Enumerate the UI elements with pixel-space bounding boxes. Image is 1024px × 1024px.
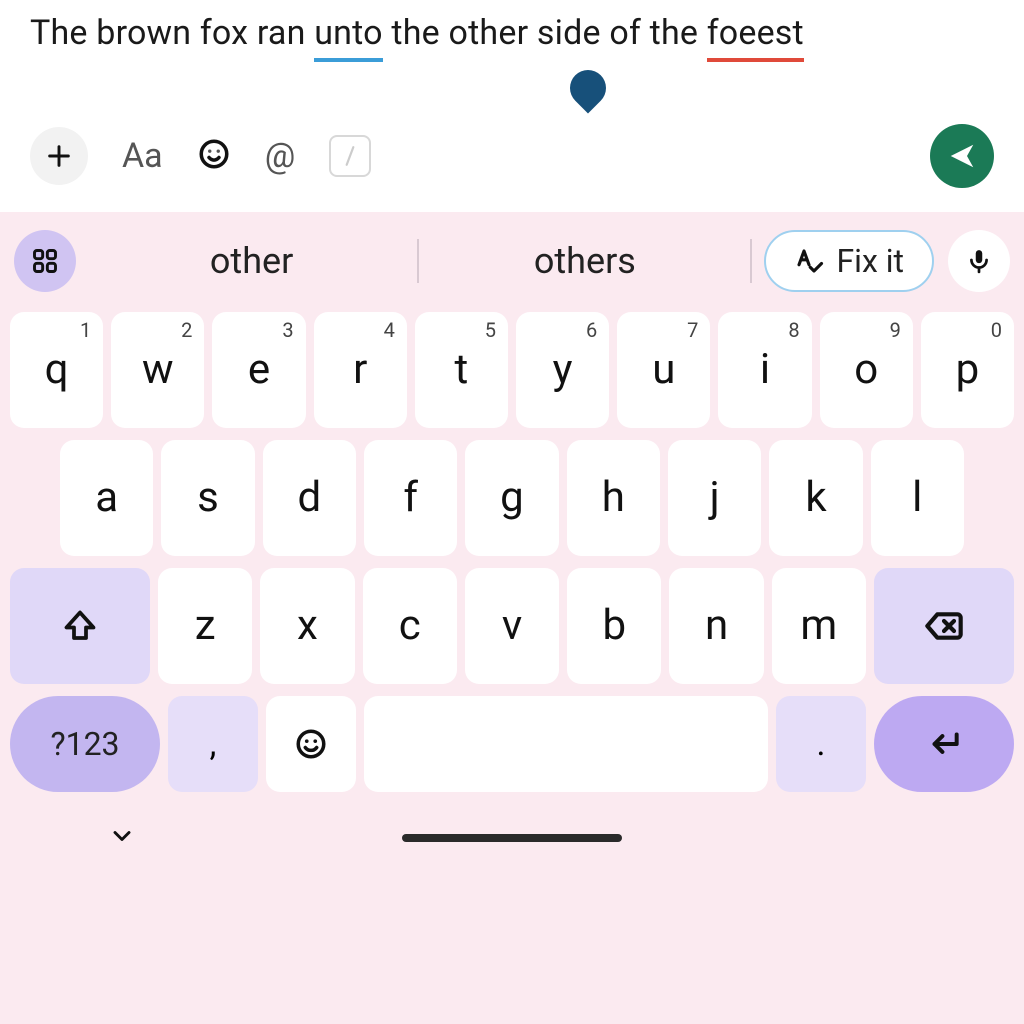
enter-icon: [925, 725, 963, 763]
smiley-icon: [197, 137, 231, 171]
key-superscript: 9: [890, 318, 901, 342]
symbols-key[interactable]: ?123: [10, 696, 160, 792]
key-e[interactable]: e3: [212, 312, 305, 428]
format-text-button[interactable]: Aa: [122, 136, 163, 176]
key-k[interactable]: k: [769, 440, 862, 556]
key-f[interactable]: f: [364, 440, 457, 556]
send-button[interactable]: [930, 124, 994, 188]
shift-icon: [62, 608, 98, 644]
send-icon: [947, 141, 977, 171]
key-s[interactable]: s: [161, 440, 254, 556]
key-y[interactable]: y6: [516, 312, 609, 428]
key-p[interactable]: p0: [921, 312, 1014, 428]
add-button[interactable]: [30, 127, 88, 185]
key-r[interactable]: r4: [314, 312, 407, 428]
space-key[interactable]: [364, 696, 768, 792]
key-superscript: 5: [485, 318, 496, 342]
key-superscript: 8: [788, 318, 799, 342]
key-d[interactable]: d: [263, 440, 356, 556]
suggestion-divider: [750, 239, 752, 283]
period-key[interactable]: .: [776, 696, 866, 792]
comma-key[interactable]: ,: [168, 696, 258, 792]
key-row-2: asdfghjkl: [8, 434, 1016, 562]
key-v[interactable]: v: [465, 568, 559, 684]
suggestion-2[interactable]: others: [419, 230, 750, 292]
enter-key[interactable]: [874, 696, 1014, 792]
shift-key[interactable]: [10, 568, 150, 684]
text-mid: the other side of the: [383, 13, 707, 53]
key-q[interactable]: q1: [10, 312, 103, 428]
key-t[interactable]: t5: [415, 312, 508, 428]
key-superscript: 6: [586, 318, 597, 342]
system-nav-bar: [8, 798, 1016, 878]
home-indicator[interactable]: [402, 834, 622, 842]
slash-icon: [341, 145, 359, 167]
keyboard-apps-button[interactable]: [14, 230, 76, 292]
key-l[interactable]: l: [871, 440, 964, 556]
spellcheck-icon: [794, 246, 824, 276]
plus-icon: [45, 142, 73, 170]
key-c[interactable]: c: [363, 568, 457, 684]
backspace-key[interactable]: [874, 568, 1014, 684]
key-row-3: zxcvbnm: [8, 562, 1016, 690]
key-superscript: 7: [687, 318, 698, 342]
voice-input-button[interactable]: [948, 230, 1010, 292]
emoji-key[interactable]: [266, 696, 356, 792]
key-row-4: ?123 , .: [8, 690, 1016, 798]
key-g[interactable]: g: [465, 440, 558, 556]
smiley-icon: [294, 727, 328, 761]
key-j[interactable]: j: [668, 440, 761, 556]
mic-icon: [966, 248, 992, 274]
collapse-keyboard-button[interactable]: [108, 822, 136, 854]
key-superscript: 1: [80, 318, 91, 342]
key-a[interactable]: a: [60, 440, 153, 556]
key-superscript: 3: [282, 318, 293, 342]
key-h[interactable]: h: [567, 440, 660, 556]
underlined-word-unto[interactable]: unto: [314, 10, 383, 62]
compose-toolbar: Aa @: [0, 106, 1024, 212]
grid-icon: [31, 247, 59, 275]
text-prefix: The brown fox ran: [30, 13, 314, 53]
suggestion-strip: other others Fix it: [8, 222, 1016, 306]
key-b[interactable]: b: [567, 568, 661, 684]
key-x[interactable]: x: [260, 568, 354, 684]
key-superscript: 2: [181, 318, 192, 342]
mention-button[interactable]: @: [265, 136, 296, 176]
suggestion-1[interactable]: other: [86, 230, 417, 292]
key-m[interactable]: m: [772, 568, 866, 684]
key-n[interactable]: n: [669, 568, 763, 684]
key-i[interactable]: i8: [718, 312, 811, 428]
key-w[interactable]: w2: [111, 312, 204, 428]
key-superscript: 0: [991, 318, 1002, 342]
key-superscript: 4: [384, 318, 395, 342]
composed-text[interactable]: The brown fox ran unto the other side of…: [30, 10, 994, 62]
backspace-icon: [924, 606, 964, 646]
fix-it-label: Fix it: [836, 242, 904, 280]
text-input-area[interactable]: The brown fox ran unto the other side of…: [0, 0, 1024, 106]
slash-command-button[interactable]: [329, 135, 371, 177]
underlined-word-foeest[interactable]: foeest: [707, 10, 804, 62]
fix-it-button[interactable]: Fix it: [764, 230, 934, 292]
onscreen-keyboard: other others Fix it q1w2e3r4t5y6u7i8o9p0…: [0, 212, 1024, 1024]
key-row-1: q1w2e3r4t5y6u7i8o9p0: [8, 306, 1016, 434]
key-o[interactable]: o9: [820, 312, 913, 428]
emoji-button[interactable]: [197, 137, 231, 175]
chevron-down-icon: [108, 822, 136, 850]
key-u[interactable]: u7: [617, 312, 710, 428]
key-z[interactable]: z: [158, 568, 252, 684]
